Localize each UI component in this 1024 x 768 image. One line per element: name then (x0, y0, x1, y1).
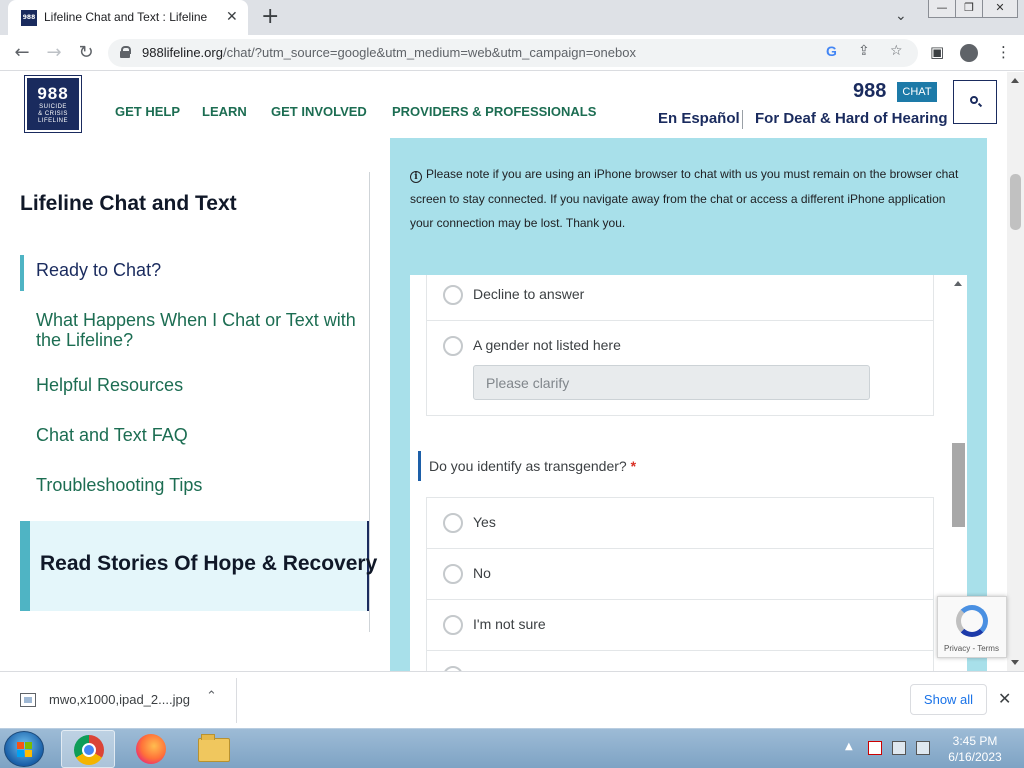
chat-form-frame: Decline to answer A gender not listed he… (410, 275, 967, 671)
transgender-option-not-sure[interactable]: I'm not sure (427, 600, 933, 651)
download-bar: mwo,x1000,ipad_2....jpg ⌃ Show all ✕ (0, 671, 1024, 728)
sidebar-item-troubleshooting[interactable]: Troubleshooting Tips (36, 475, 356, 495)
page-viewport: 988 SUICIDE & CRISIS LIFELINE GET HELP L… (0, 72, 1007, 671)
gender-option-not-listed[interactable]: A gender not listed here (427, 321, 933, 415)
folder-icon (198, 734, 230, 762)
search-icon (970, 96, 978, 104)
page-scrollbar[interactable] (1007, 72, 1024, 671)
action-center-icon[interactable] (868, 741, 882, 755)
restore-button[interactable]: ❐ (955, 0, 983, 18)
transgender-options: Yes No I'm not sure (426, 497, 934, 671)
espanol-link[interactable]: En Español (658, 110, 740, 127)
radio-button[interactable] (443, 285, 463, 305)
reload-icon[interactable]: ↻ (74, 41, 98, 65)
share-icon[interactable]: ⇪ (858, 43, 870, 59)
sidebar-title: Lifeline Chat and Text (20, 192, 237, 215)
recaptcha-privacy-terms[interactable]: Privacy - Terms (944, 644, 999, 653)
nav-get-involved[interactable]: GET INVOLVED (271, 104, 367, 119)
transgender-question: Do you identify as transgender? * (418, 451, 636, 481)
forward-arrow-icon[interactable]: → (42, 41, 66, 65)
volume-muted-icon[interactable] (916, 741, 930, 755)
nav-get-help[interactable]: GET HELP (115, 104, 180, 119)
header-divider (742, 110, 743, 129)
transgender-option-yes[interactable]: Yes (427, 498, 933, 549)
page-scroll-up-icon[interactable] (1011, 78, 1019, 83)
tab-title: Lifeline Chat and Text : Lifeline (44, 10, 208, 24)
download-filename[interactable]: mwo,x1000,ipad_2....jpg (49, 692, 190, 707)
taskbar-explorer[interactable] (186, 730, 240, 768)
side-panel-icon[interactable]: ▣ (930, 43, 944, 61)
988-lifeline-logo[interactable]: 988 SUICIDE & CRISIS LIFELINE (24, 75, 82, 133)
taskbar-chrome[interactable] (61, 730, 115, 768)
nav-learn[interactable]: LEARN (202, 104, 247, 119)
windows-logo-icon (17, 742, 33, 758)
sidebar-item-ready-to-chat[interactable]: Ready to Chat? (36, 260, 356, 280)
radio-button[interactable] (443, 513, 463, 533)
stories-of-hope-card[interactable]: Read Stories Of Hope & Recovery (20, 521, 377, 611)
chevron-up-icon[interactable]: ⌃ (206, 689, 217, 704)
site-search-button[interactable] (953, 80, 997, 124)
chat-panel: i Please note if you are using an iPhone … (390, 138, 987, 671)
google-icon[interactable]: G (826, 43, 837, 59)
chat-badge[interactable]: CHAT (897, 82, 937, 102)
form-scrollbar-thumb[interactable] (952, 443, 965, 527)
sidebar-item-what-happens[interactable]: What Happens When I Chat or Text with th… (36, 310, 356, 350)
radio-button[interactable] (443, 336, 463, 356)
network-icon[interactable] (892, 741, 906, 755)
minimize-button[interactable]: — (928, 0, 956, 18)
new-tab-button[interactable]: + (261, 4, 279, 29)
show-all-button[interactable]: Show all (910, 684, 987, 715)
url-text[interactable]: 988lifeline.org/chat/?utm_source=google&… (142, 45, 636, 60)
gender-option-decline[interactable]: Decline to answer (427, 275, 933, 321)
page-scroll-down-icon[interactable] (1011, 660, 1019, 665)
bookmark-star-icon[interactable]: ☆ (890, 43, 903, 59)
iphone-notice: i Please note if you are using an iPhone … (410, 167, 959, 230)
988-brand-text[interactable]: 988 (853, 80, 886, 103)
gender-options: Decline to answer A gender not listed he… (426, 275, 934, 416)
recaptcha-badge[interactable]: Privacy - Terms (937, 596, 1007, 658)
windows-taskbar: ▲ 3:45 PM 6/16/2023 (0, 728, 1024, 768)
close-window-button[interactable]: ✕ (982, 0, 1018, 18)
download-divider (236, 678, 237, 723)
transgender-option-no[interactable]: No (427, 549, 933, 600)
taskbar-firefox[interactable] (124, 730, 178, 768)
browser-tabstrip: 988 Lifeline Chat and Text : Lifeline ✕ … (0, 0, 1024, 35)
sidebar-item-chat-faq[interactable]: Chat and Text FAQ (36, 425, 356, 445)
page-scrollbar-thumb[interactable] (1010, 174, 1021, 230)
please-clarify-input[interactable] (473, 365, 870, 400)
tray-expand-icon[interactable]: ▲ (845, 741, 853, 752)
browser-menu-icon[interactable]: ⋮ (996, 43, 1011, 61)
stories-of-hope-label: Read Stories Of Hope & Recovery (40, 552, 378, 575)
recaptcha-icon (956, 605, 988, 637)
radio-button[interactable] (443, 564, 463, 584)
browser-tab[interactable]: 988 Lifeline Chat and Text : Lifeline ✕ (8, 0, 248, 35)
tab-search-chevron-icon[interactable]: ⌄ (895, 8, 907, 24)
sidebar-item-helpful-resources[interactable]: Helpful Resources (36, 375, 356, 395)
lifeline-favicon-icon: 988 (21, 10, 37, 26)
lock-icon[interactable] (120, 46, 131, 58)
system-clock[interactable]: 3:45 PM 6/16/2023 (940, 733, 1010, 765)
back-arrow-icon[interactable]: ← (10, 41, 34, 65)
deaf-hard-of-hearing-link[interactable]: For Deaf & Hard of Hearing (755, 110, 948, 127)
scroll-up-arrow-icon[interactable] (954, 281, 962, 286)
radio-button[interactable] (443, 615, 463, 635)
sidebar-active-indicator (20, 255, 24, 291)
image-file-icon (20, 693, 36, 707)
close-icon[interactable]: ✕ (998, 689, 1011, 708)
address-bar[interactable]: 988lifeline.org/chat/?utm_source=google&… (108, 39, 918, 67)
chrome-icon (74, 735, 104, 765)
profile-avatar-icon[interactable] (960, 44, 978, 62)
tab-close-icon[interactable]: ✕ (226, 8, 238, 25)
browser-toolbar: ← → ↻ 988lifeline.org/chat/?utm_source=g… (0, 35, 1024, 71)
firefox-icon (136, 734, 166, 764)
nav-providers-professionals[interactable]: PROVIDERS & PROFESSIONALS (392, 104, 596, 119)
start-button[interactable] (4, 731, 44, 767)
info-icon: i (410, 171, 422, 183)
transgender-option-partial[interactable] (427, 651, 933, 671)
required-marker: * (630, 458, 637, 474)
